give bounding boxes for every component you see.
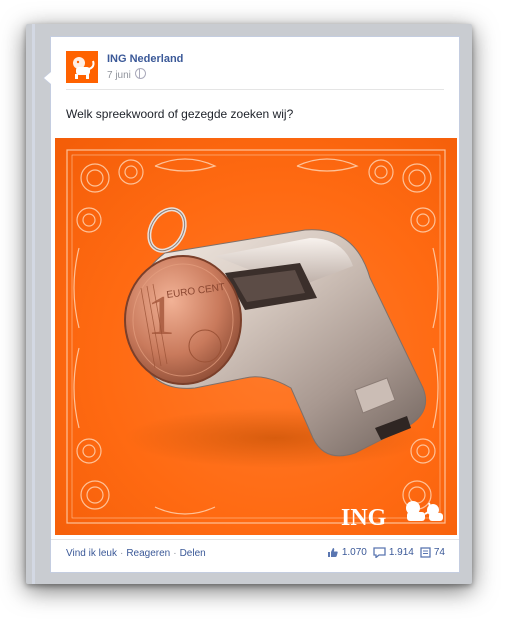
brand-logo: ING (341, 501, 443, 531)
comments-count-text[interactable]: 1.914 (389, 547, 414, 558)
lion-icon (66, 51, 98, 83)
page-avatar[interactable] (66, 51, 98, 83)
thumbs-up-icon (327, 548, 338, 557)
share-link[interactable]: Delen (180, 548, 206, 559)
post-timestamp[interactable]: 7 juni (107, 68, 146, 81)
footer-divider (51, 539, 459, 540)
lion-icon (406, 501, 443, 521)
shares-count-text[interactable]: 74 (434, 547, 445, 558)
header-divider (66, 89, 444, 90)
like-link[interactable]: Vind ik leuk (66, 548, 117, 559)
timeline-spine (32, 24, 35, 584)
post-date-text[interactable]: 7 juni (107, 70, 131, 81)
likes-count-text[interactable]: 1.070 (342, 547, 367, 558)
action-separator: · (119, 548, 124, 559)
ing-logo-text: ING (341, 505, 387, 531)
post-actions: Vind ik leuk · Reageren · Delen (66, 548, 206, 559)
timeline-post: ING Nederland 7 juni Welk spreekwoord of… (43, 36, 460, 573)
shares-count[interactable]: 74 (420, 547, 445, 558)
post-stats: 1.070 1.914 74 (321, 547, 445, 558)
action-separator: · (173, 548, 177, 559)
comment-icon (373, 547, 386, 558)
comment-link[interactable]: Reageren (126, 548, 170, 559)
whistle-coin-illustration: 1 EURO CENT ING (66, 149, 446, 531)
globe-icon (134, 68, 146, 79)
page-name-link[interactable]: ING Nederland (107, 53, 183, 65)
post-pointer (43, 71, 51, 85)
post-message: Welk spreekwoord of gezegde zoeken wij? (66, 107, 294, 121)
comments-count[interactable]: 1.914 (373, 547, 414, 558)
likes-count[interactable]: 1.070 (327, 547, 367, 558)
post-photo[interactable]: 1 EURO CENT ING (55, 138, 457, 535)
share-icon (420, 547, 431, 558)
